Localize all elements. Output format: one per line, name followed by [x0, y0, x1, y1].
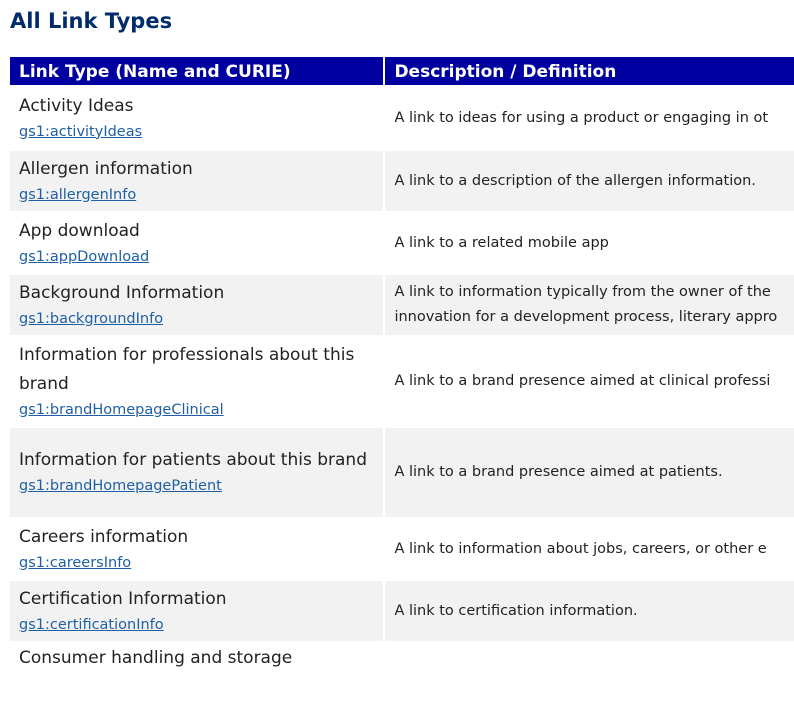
description-cell: A link to a brand presence aimed at pati… [385, 428, 794, 517]
link-types-table: Link Type (Name and CURIE) Description /… [10, 55, 794, 705]
description-cell: A link to information typically from the… [385, 275, 794, 335]
description-cell: A link to a brand presence aimed at clin… [385, 337, 794, 426]
curie-link[interactable]: gs1:certificationInfo [19, 614, 374, 636]
table-row: Information for patients about this bran… [10, 428, 794, 517]
curie-link[interactable]: gs1:brandHomepagePatient [19, 475, 374, 497]
description-text: A link to ideas for using a product or e… [394, 109, 769, 126]
description-text-line-2: innovation for a development process, li… [394, 309, 778, 325]
table-row: App download gs1:appDownload A link to a… [10, 213, 794, 273]
curie-link[interactable]: gs1:activityIdeas [19, 121, 374, 143]
description-text: A link to a brand presence aimed at clin… [394, 373, 771, 389]
link-type-cell: Activity Ideas gs1:activityIdeas [10, 87, 384, 149]
link-type-name: Allergen information [19, 158, 193, 179]
table-row: Information for professionals about this… [10, 337, 794, 426]
link-type-name: Careers information [19, 526, 189, 547]
link-type-cell: Careers information gs1:careersInfo [10, 519, 384, 579]
table-row: Careers information gs1:careersInfo A li… [10, 519, 794, 579]
description-cell: A link to a related mobile app [385, 213, 794, 273]
description-text: A link to certification information. [394, 602, 638, 619]
link-type-cell: Information for patients about this bran… [10, 428, 384, 517]
description-text: A link to a related mobile app [394, 234, 609, 251]
link-type-cell: Information for professionals about this… [10, 337, 384, 426]
table-row: Allergen information gs1:allergenInfo A … [10, 151, 794, 211]
table-row: Background Information gs1:backgroundInf… [10, 275, 794, 335]
column-header-description: Description / Definition [385, 57, 794, 85]
table-row: Activity Ideas gs1:activityIdeas A link … [10, 87, 794, 149]
link-type-name: Activity Ideas [19, 95, 134, 116]
link-types-table-container: Link Type (Name and CURIE) Description /… [10, 55, 794, 705]
link-type-cell: Allergen information gs1:allergenInfo [10, 151, 384, 211]
description-cell: A link to information about jobs, career… [385, 519, 794, 579]
link-type-cell: Background Information gs1:backgroundInf… [10, 275, 384, 335]
description-text: A link to information typically from the… [394, 284, 771, 300]
page-title: All Link Types [10, 9, 173, 33]
curie-link[interactable]: gs1:allergenInfo [19, 184, 374, 206]
link-type-name: Information for professionals about this… [19, 344, 355, 394]
curie-link[interactable]: gs1:brandHomepageClinical [19, 399, 374, 421]
curie-link[interactable]: gs1:careersInfo [19, 552, 374, 574]
description-text: A link to information about jobs, career… [394, 540, 767, 557]
description-cell [385, 643, 794, 703]
link-type-cell: Consumer handling and storage [10, 643, 384, 703]
curie-link[interactable]: gs1:backgroundInfo [19, 308, 374, 330]
table-row: Certification Information gs1:certificat… [10, 581, 794, 641]
description-text: A link to a brand presence aimed at pati… [394, 464, 723, 480]
link-type-cell: App download gs1:appDownload [10, 213, 384, 273]
description-cell: A link to a description of the allergen … [385, 151, 794, 211]
description-text: A link to a description of the allergen … [394, 172, 756, 189]
table-header-row: Link Type (Name and CURIE) Description /… [10, 57, 794, 85]
column-header-link-type: Link Type (Name and CURIE) [10, 57, 384, 85]
curie-link[interactable]: gs1:appDownload [19, 246, 374, 268]
link-type-name: App download [19, 220, 140, 241]
link-type-name: Background Information [19, 282, 225, 303]
table-row: Consumer handling and storage [10, 643, 794, 703]
link-type-name: Information for patients about this bran… [19, 450, 367, 470]
link-type-cell: Certification Information gs1:certificat… [10, 581, 384, 641]
description-cell: A link to certification information. [385, 581, 794, 641]
link-type-name: Certification Information [19, 588, 227, 609]
description-cell: A link to ideas for using a product or e… [385, 87, 794, 149]
